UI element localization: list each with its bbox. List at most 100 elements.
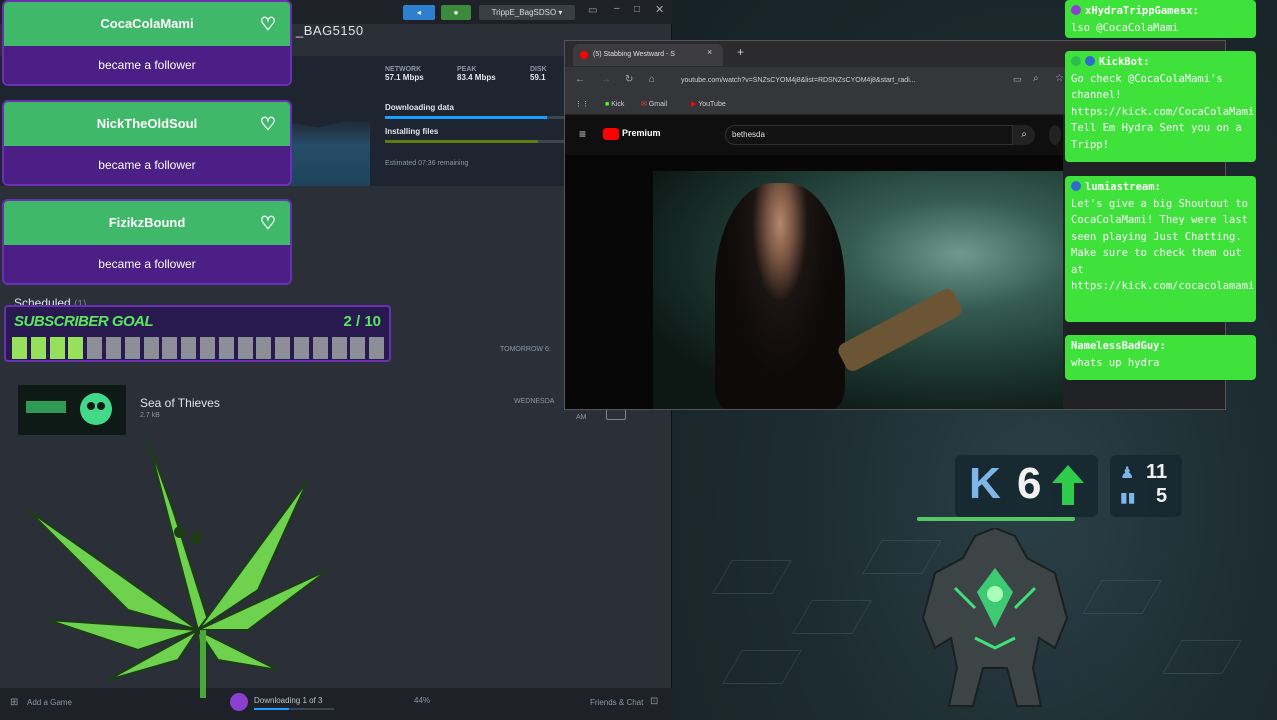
trophy-icon: ♟ xyxy=(1120,465,1135,482)
monitor-icon[interactable]: ▭ xyxy=(588,5,597,16)
mic-icon[interactable] xyxy=(1049,125,1061,145)
goal-segment xyxy=(181,337,197,359)
follower-action: became a follower xyxy=(4,146,290,184)
hex-pattern xyxy=(792,600,872,634)
friends-icon[interactable]: ⊡ xyxy=(650,696,658,707)
chat-username: KickBot: xyxy=(1099,56,1150,68)
goal-segment xyxy=(87,337,103,359)
profile-name: _BAG5150 xyxy=(296,23,364,38)
goal-segment xyxy=(124,337,140,359)
apps-icon[interactable]: ⋮⋮ xyxy=(575,98,589,112)
reload-icon[interactable]: ↻ xyxy=(625,74,633,85)
broadcast-icon: ◂ xyxy=(416,8,421,17)
chat-text: lso @CocaColaMami xyxy=(1071,21,1179,34)
alert-name-bar: CocaColaMami ♡ xyxy=(4,2,290,46)
video-performer xyxy=(715,183,845,409)
game-title[interactable]: Sea of Thieves xyxy=(140,396,220,410)
follower-name: NickTheOldSoul xyxy=(96,116,198,131)
task-label: Downloading data xyxy=(385,103,454,112)
leaf-overlay xyxy=(27,439,329,698)
bot-icon xyxy=(1071,181,1081,191)
kick-count: 6 xyxy=(1017,459,1042,508)
chat-message: xHydraTrippGamesx: lso @CocaColaMami xyxy=(1065,0,1256,38)
chat-text: Go check @CocaColaMami's channel! https:… xyxy=(1071,72,1255,151)
stat-value: 83.4 Mbps xyxy=(457,73,496,82)
health-bar xyxy=(917,517,1075,521)
chat-message: NamelessBadGuy: whats up hydra xyxy=(1065,335,1256,380)
alert-name-bar: FizikzBound ♡ xyxy=(4,201,290,245)
task-downloading: Downloading data xyxy=(385,103,565,119)
goal-segment xyxy=(162,337,178,359)
hex-pattern xyxy=(722,650,802,684)
broadcast-button[interactable]: ◂ xyxy=(403,5,435,20)
search-icon[interactable]: ⌕ xyxy=(1013,125,1035,145)
youtube-search-input[interactable]: bethesda xyxy=(725,125,1013,145)
url-field[interactable]: youtube.com/watch?v=SNZsCYOM4j8&list=RDS… xyxy=(681,72,1011,90)
goal-segment xyxy=(106,337,121,359)
up-arrow-icon xyxy=(1052,465,1084,505)
goal-title: SUBSCRIBER GOAL xyxy=(14,313,154,330)
chat-username: lumiastream: xyxy=(1085,181,1161,193)
chat-message: KickBot: Go check @CocaColaMami's channe… xyxy=(1065,51,1256,162)
goal-segment xyxy=(350,337,366,359)
stat-value: 59.1 xyxy=(530,73,546,82)
kick-icon: ■ xyxy=(605,101,610,108)
star-icon[interactable]: ☆ xyxy=(1055,73,1064,84)
follower-alert: CocaColaMami ♡ became a follower xyxy=(2,0,292,86)
bookmark-label: Gmail xyxy=(648,101,668,108)
forward-icon[interactable]: → xyxy=(601,74,611,85)
youtube-logo-text[interactable]: Premium xyxy=(622,128,661,138)
task-installing: Installing files xyxy=(385,127,565,143)
hex-pattern xyxy=(1162,640,1242,674)
bookmark-gmail[interactable]: ✉ Gmail xyxy=(641,98,667,112)
friends-chat-button[interactable]: Friends & Chat xyxy=(590,698,643,707)
kick-logo-icon: K xyxy=(969,459,1001,508)
account-name: TrippE_BagSDSO xyxy=(491,8,557,17)
goal-segment xyxy=(369,337,385,359)
bookmark-youtube[interactable]: ▶ YouTube xyxy=(691,98,726,112)
goal-segment xyxy=(312,337,328,359)
chat-username: xHydraTrippGamesx: xyxy=(1085,5,1199,17)
maximize-button[interactable]: □ xyxy=(634,4,640,15)
youtube-logo-icon[interactable] xyxy=(603,128,619,140)
game-schedule: WEDNESDA xyxy=(514,398,555,405)
kick-follower-counter: K 6 xyxy=(955,455,1098,517)
tab-youtube[interactable]: (5) Stabbing Westward - S xyxy=(573,44,723,66)
rank-top-value: 11 xyxy=(1146,461,1168,483)
bookmark-kick[interactable]: ■ Kick xyxy=(605,98,624,112)
schedule-time: TOMORROW 6: xyxy=(500,346,551,353)
account-menu[interactable]: TrippE_BagSDSO ▾ xyxy=(479,5,575,20)
new-tab-button[interactable]: + xyxy=(737,45,744,59)
close-button[interactable]: ✕ xyxy=(655,3,664,16)
back-icon[interactable]: ← xyxy=(575,74,585,85)
menu-icon[interactable]: ≡ xyxy=(579,127,586,141)
download-progress xyxy=(254,708,334,710)
goal-segment xyxy=(294,337,309,359)
follower-name: CocaColaMami xyxy=(100,16,194,31)
goal-segment xyxy=(143,337,159,359)
download-percent: 44% xyxy=(414,696,431,705)
stat-disk: DISK 59.1 xyxy=(530,66,547,82)
notifications-button[interactable]: ● xyxy=(441,5,471,20)
rank-counter: ♟ 11 ▮▮ 5 xyxy=(1110,455,1182,517)
subscriber-goal: SUBSCRIBER GOAL 2 / 10 xyxy=(4,305,391,362)
heart-icon: ♡ xyxy=(259,213,276,233)
goal-segment xyxy=(331,337,347,359)
home-icon[interactable]: ⌂ xyxy=(649,74,655,85)
heart-icon: ♡ xyxy=(259,14,276,34)
tab-close-icon[interactable]: × xyxy=(707,47,712,57)
goal-segment xyxy=(68,337,84,359)
cast-icon[interactable]: ▭ xyxy=(1013,74,1022,85)
bot-icon xyxy=(1085,56,1095,66)
mascot-character xyxy=(921,528,1069,707)
goal-segment xyxy=(12,337,27,359)
video-player[interactable] xyxy=(565,155,1063,409)
zoom-icon[interactable]: ⌕ xyxy=(1033,73,1039,84)
goal-segment xyxy=(275,337,291,359)
youtube-icon: ▶ xyxy=(691,101,697,108)
user-badge-icon xyxy=(1071,56,1081,66)
follower-alert: FizikzBound ♡ became a follower xyxy=(2,199,292,285)
bell-icon: ● xyxy=(453,8,459,17)
game-size: 2.7 kB xyxy=(140,412,160,419)
minimize-button[interactable]: – xyxy=(614,3,620,14)
